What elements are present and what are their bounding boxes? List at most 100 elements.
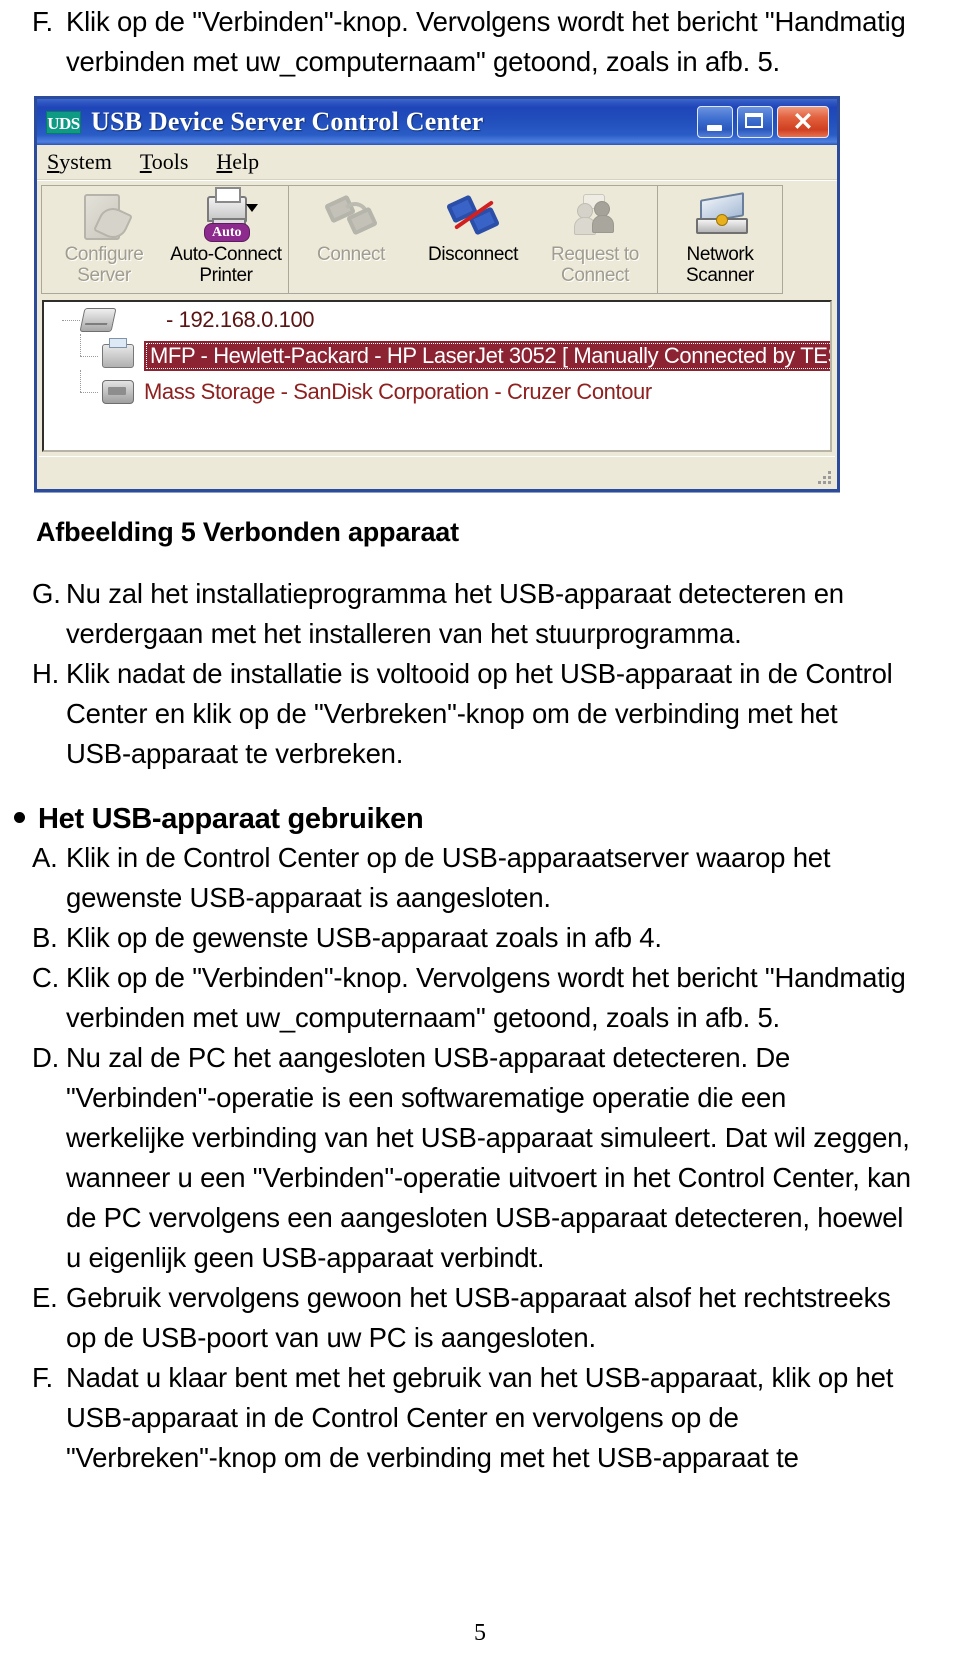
toolbar-button-label: Request to Connect — [551, 244, 639, 286]
list-marker: G. — [32, 578, 61, 609]
paragraph-line: Klik op de "Verbinden"-knop. Vervolgens … — [66, 6, 906, 37]
paragraph-line: Nu zal het installatieprogramma het USB-… — [66, 578, 844, 609]
auto-connect-printer-icon: Auto — [196, 187, 258, 242]
menu-mnemonic: T — [139, 149, 152, 174]
paragraph-line: Gebruik vervolgens gewoon het USB-appara… — [66, 1282, 891, 1313]
paragraph-f-top: F. Klik op de "Verbinden"-knop. Vervolge… — [32, 2, 928, 82]
list-marker: E. — [32, 1282, 58, 1313]
menu-label: elp — [232, 149, 260, 174]
list-item-text: Klik op de gewenste USB-apparaat zoals i… — [66, 918, 928, 958]
toolbar-button-label: Connect — [317, 244, 385, 265]
toolbar-group-server: Configure Server Auto Auto-Connect Print… — [41, 185, 288, 294]
paragraph-text: Klik op de "Verbinden"-knop. Vervolgens … — [66, 2, 928, 82]
steps-group-two: A. Klik in de Control Center op de USB-a… — [32, 838, 928, 1478]
paragraph-line: u eigenlijk geen USB-apparaat verbindt. — [66, 1242, 545, 1273]
window-titlebar: UDS USB Device Server Control Center ✕ — [34, 96, 840, 145]
steps-group-one: G. Nu zal het installatieprogramma het U… — [32, 574, 928, 774]
maximize-button[interactable] — [737, 106, 773, 138]
toolbar-button-configure-server[interactable]: Configure Server — [43, 188, 165, 291]
toolbar-button-label: Configure Server — [64, 244, 144, 286]
window-title: USB Device Server Control Center — [91, 107, 484, 136]
configure-server-icon — [74, 192, 134, 242]
toolbar-button-label: Auto-Connect Printer — [170, 244, 282, 286]
disconnect-icon — [443, 192, 503, 242]
list-item-f: F. Nadat u klaar bent met het gebruik va… — [32, 1358, 928, 1478]
list-item-h: H. Klik nadat de installatie is voltooid… — [32, 654, 928, 774]
list-marker: A. — [32, 842, 58, 873]
toolbar: Configure Server Auto Auto-Connect Print… — [37, 180, 837, 296]
paragraph-line: werkelijke verbinding van het USB-appara… — [66, 1122, 910, 1153]
menu-item-tools[interactable]: Tools — [140, 149, 189, 175]
toolbar-button-label: Network Scanner — [686, 244, 754, 286]
tree-item-device[interactable]: Mass Storage - SanDisk Corporation - Cru… — [44, 370, 830, 410]
toolbar-button-label: Disconnect — [428, 244, 518, 265]
resize-grip[interactable] — [817, 470, 831, 484]
menu-mnemonic: H — [216, 149, 233, 174]
paragraph-line: wanneer u een "Verbinden"-operatie uitvo… — [66, 1162, 911, 1193]
list-item-text: Klik nadat de installatie is voltooid op… — [66, 654, 928, 774]
menu-item-help[interactable]: Help — [216, 149, 259, 175]
uds-logo-icon: UDS — [46, 110, 81, 134]
page-number: 5 — [474, 1620, 486, 1646]
storage-icon — [102, 380, 134, 404]
list-marker: B. — [32, 922, 58, 953]
paragraph-line: op de USB-poort van uw PC is aangesloten… — [66, 1322, 596, 1353]
server-icon — [79, 308, 117, 332]
menu-mnemonic: S — [47, 149, 60, 174]
device-tree[interactable]: - 192.168.0.100 MFP - Hewlett-Packard - … — [42, 300, 832, 452]
menu-bar: System Tools Help — [37, 145, 837, 180]
section-heading-text: Het USB-apparaat gebruiken — [38, 803, 424, 835]
paragraph-line: Klik nadat de installatie is voltooid op… — [66, 658, 893, 689]
network-scanner-icon — [690, 192, 750, 242]
close-button[interactable]: ✕ — [777, 106, 829, 138]
list-marker: D. — [32, 1042, 60, 1073]
paragraph-line: verdergaan met het installeren van het s… — [66, 618, 742, 649]
list-item-text: Klik op de "Verbinden"-knop. Vervolgens … — [66, 958, 928, 1038]
paragraph-line: Klik op de "Verbinden"-knop. Vervolgens … — [66, 962, 906, 993]
figure-caption: Afbeelding 5 Verbonden apparaat — [36, 517, 459, 547]
tree-item-label: MFP - Hewlett-Packard - HP LaserJet 3052… — [144, 341, 830, 371]
list-item-b: B. Klik op de gewenste USB-apparaat zoal… — [32, 918, 928, 958]
toolbar-group-connection: Connect Disconnect Request to Connect — [288, 185, 657, 294]
paragraph-line: "Verbinden"-operatie is een softwaremati… — [66, 1082, 787, 1113]
maximize-icon — [745, 113, 763, 128]
list-marker: F. — [32, 1362, 53, 1393]
bullet-icon — [14, 812, 25, 823]
minimize-button[interactable] — [697, 106, 733, 138]
list-item-g: G. Nu zal het installatieprogramma het U… — [32, 574, 928, 654]
window-controls: ✕ — [697, 106, 829, 138]
toolbar-button-disconnect[interactable]: Disconnect — [412, 188, 534, 291]
menu-item-system[interactable]: System — [47, 149, 112, 175]
list-item-a: A. Klik in de Control Center op de USB-a… — [32, 838, 928, 918]
toolbar-button-request-to-connect[interactable]: Request to Connect — [534, 188, 656, 291]
paragraph-line: Klik op de gewenste USB-apparaat zoals i… — [66, 922, 662, 953]
document-page: F. Klik op de "Verbinden"-knop. Vervolge… — [0, 2, 960, 1669]
list-item-text: Nu zal de PC het aangesloten USB-apparaa… — [66, 1038, 928, 1278]
printer-icon — [102, 338, 134, 368]
paragraph-line: Nadat u klaar bent met het gebruik van h… — [66, 1362, 894, 1393]
toolbar-button-auto-connect-printer[interactable]: Auto Auto-Connect Printer — [165, 187, 287, 291]
tree-item-server[interactable]: - 192.168.0.100 — [44, 302, 830, 338]
list-item-text: Gebruik vervolgens gewoon het USB-appara… — [66, 1278, 928, 1358]
paragraph-line: gewenste USB-apparaat is aangesloten. — [66, 882, 551, 913]
paragraph-line: USB-apparaat te verbreken. — [66, 738, 404, 769]
list-item-text: Klik in de Control Center op de USB-appa… — [66, 838, 928, 918]
list-item-d: D. Nu zal de PC het aangesloten USB-appa… — [32, 1038, 928, 1278]
toolbar-button-network-scanner[interactable]: Network Scanner — [659, 188, 781, 291]
toolbar-group-scanner: Network Scanner — [657, 185, 783, 294]
list-item-text: Nadat u klaar bent met het gebruik van h… — [66, 1358, 928, 1478]
paragraph-line: Center en klik op de "Verbreken"-knop om… — [66, 698, 838, 729]
chevron-down-icon[interactable] — [246, 204, 258, 212]
usb-device-server-control-center-window: UDS USB Device Server Control Center ✕ S… — [34, 96, 840, 492]
tree-item-device[interactable]: MFP - Hewlett-Packard - HP LaserJet 3052… — [44, 334, 830, 374]
paragraph-line: verbinden met uw_computernaam" getoond, … — [66, 46, 780, 77]
list-marker: F. — [32, 6, 53, 37]
paragraph-line: Nu zal de PC het aangesloten USB-apparaa… — [66, 1042, 791, 1073]
minimize-icon — [707, 125, 722, 131]
toolbar-button-connect[interactable]: Connect — [290, 188, 412, 291]
paragraph-line: USB-apparaat in de Control Center en ver… — [66, 1402, 739, 1433]
paragraph-line: de PC vervolgens een aangesloten USB-app… — [66, 1202, 904, 1233]
connect-icon — [321, 192, 381, 242]
list-item-e: E. Gebruik vervolgens gewoon het USB-app… — [32, 1278, 928, 1358]
paragraph-line: Klik in de Control Center op de USB-appa… — [66, 842, 831, 873]
